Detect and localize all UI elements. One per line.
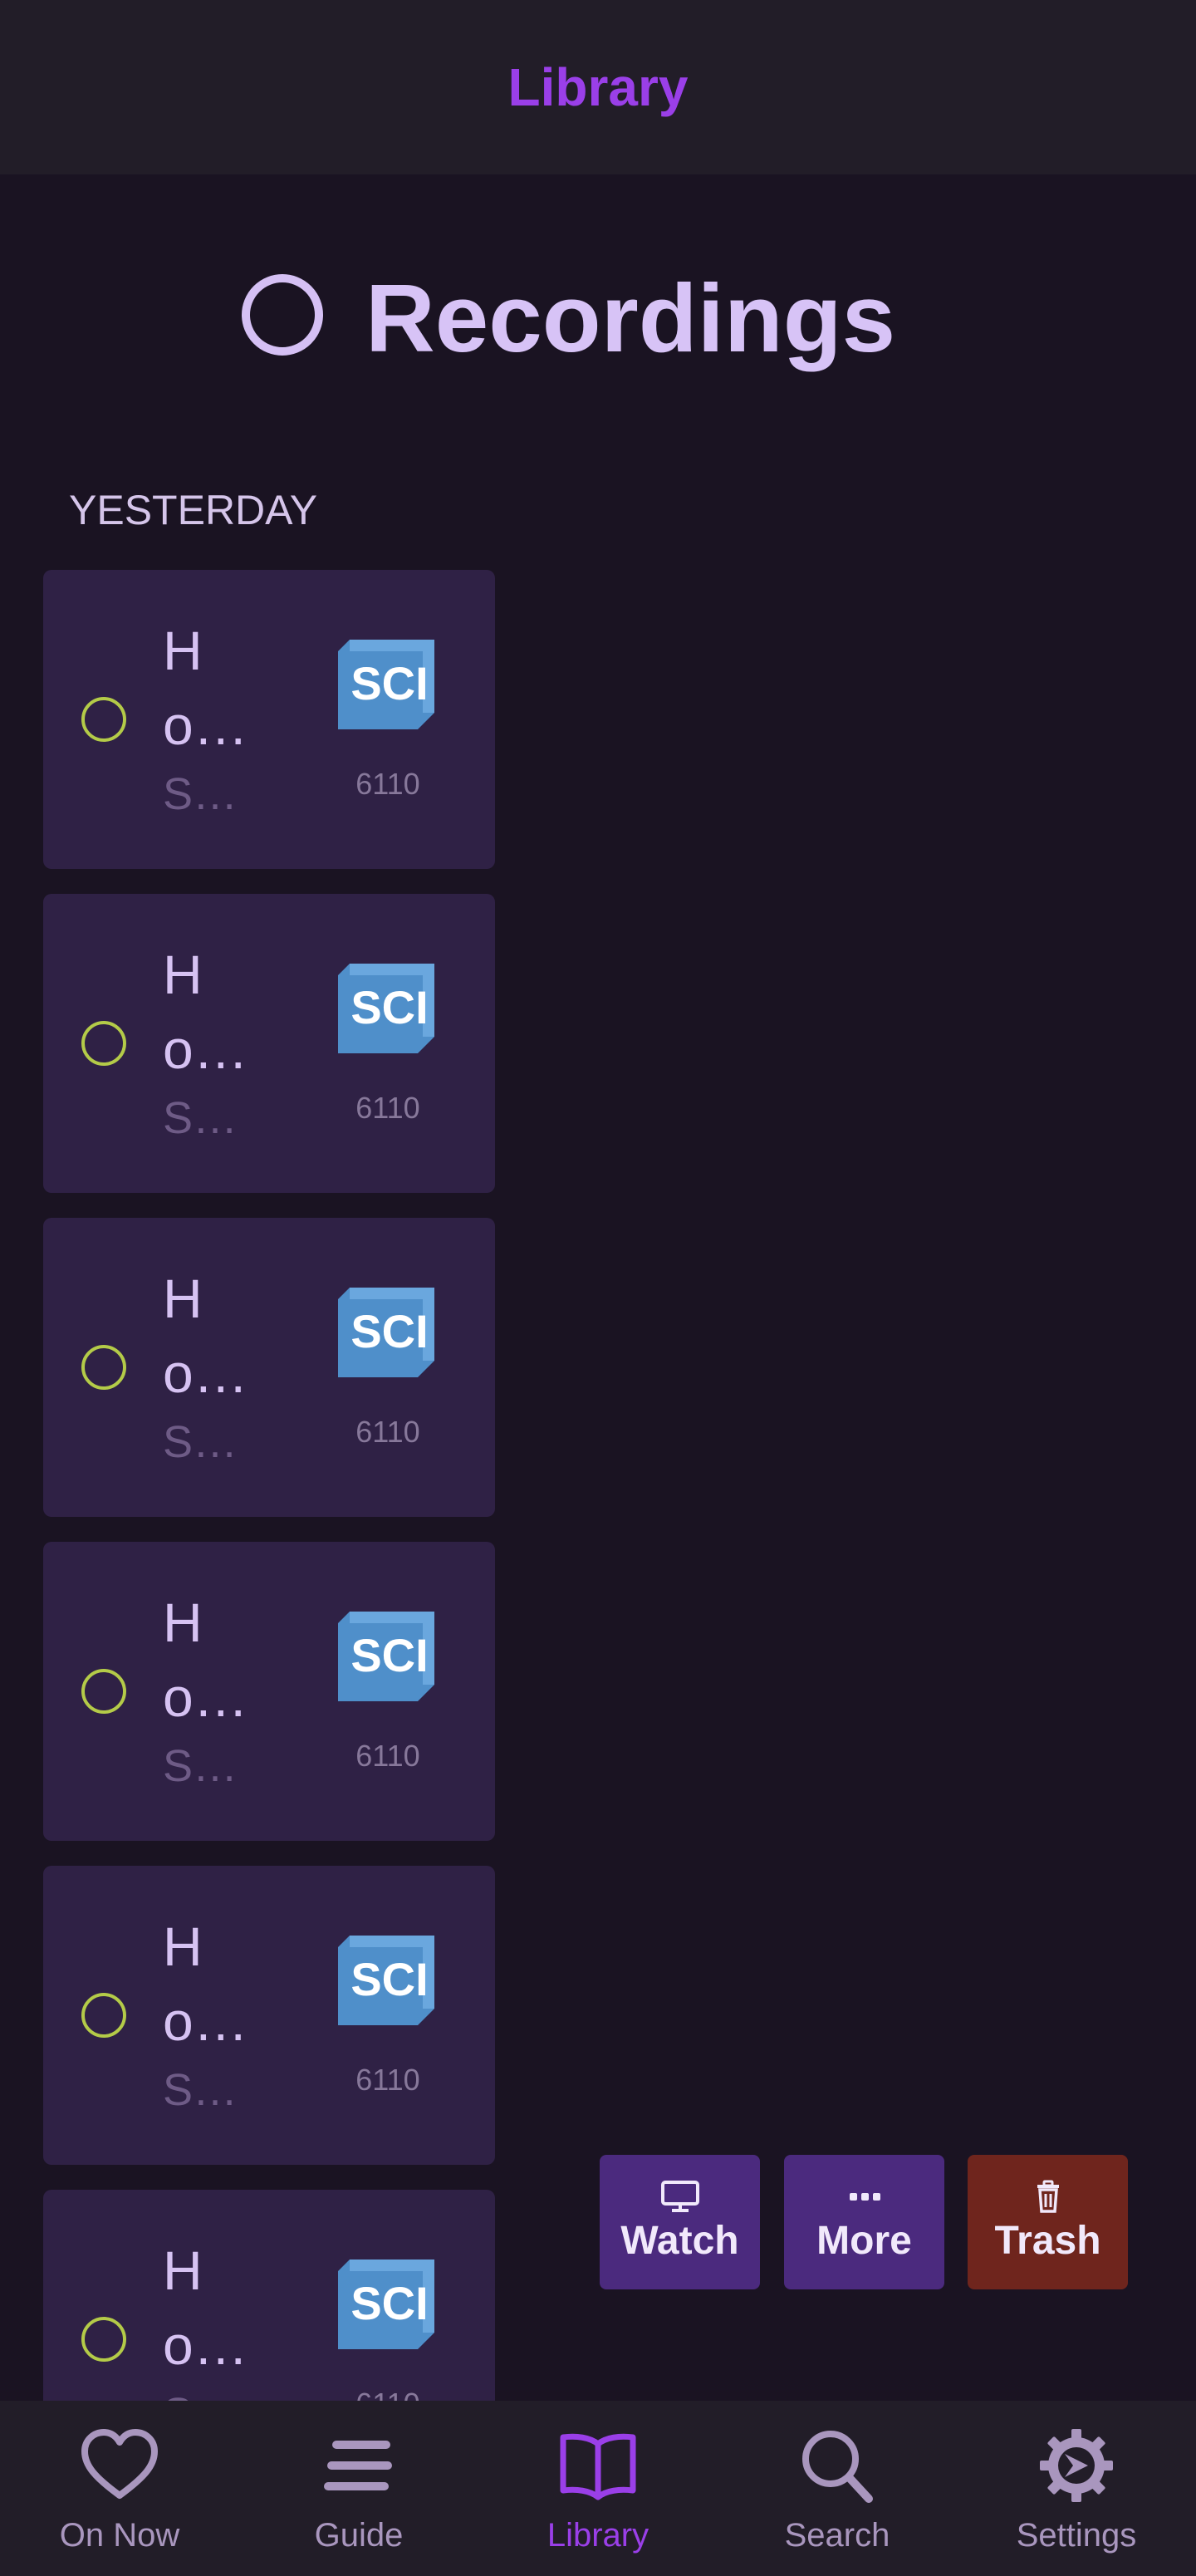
recording-card[interactable]: H o… S… SCI 6110	[43, 894, 495, 1193]
recording-subtitle: S…	[163, 1417, 238, 1467]
recordings-list[interactable]: H o… S… SCI 6110 H o… S… SCI 6110 H o… S…	[43, 570, 495, 2401]
nav-label: Search	[784, 2517, 890, 2554]
circle-icon	[242, 274, 323, 356]
recording-subtitle: S…	[163, 2065, 238, 2115]
book-icon	[560, 2433, 636, 2500]
status-ring-icon[interactable]	[81, 1021, 126, 1066]
recording-title: H o…	[163, 944, 248, 1080]
bottom-nav: On Now Guide Library Search Settings	[0, 2401, 1196, 2576]
trash-icon	[1037, 2180, 1059, 2213]
nav-label: Settings	[1016, 2517, 1137, 2554]
nav-item-guide[interactable]: Guide	[239, 2401, 478, 2576]
recording-subtitle: S…	[163, 1741, 238, 1791]
channel-logo-icon: SCI	[338, 1288, 434, 1377]
channel-logo-icon: SCI	[338, 640, 434, 729]
channel-logo-icon: SCI	[338, 1612, 434, 1701]
search-icon	[802, 2431, 873, 2503]
channel-number: 6110	[338, 2387, 438, 2402]
recording-title: H o…	[163, 2240, 248, 2376]
watch-label: Watch	[620, 2219, 739, 2263]
nav-item-search[interactable]: Search	[718, 2401, 957, 2576]
status-ring-icon[interactable]	[81, 697, 126, 742]
recording-title: H o…	[163, 1268, 248, 1404]
channel-logo-icon: SCI	[338, 964, 434, 1053]
status-ring-icon[interactable]	[81, 1669, 126, 1714]
recording-title: H o…	[163, 1916, 248, 2052]
page-header: Recordings	[0, 249, 1196, 390]
svg-text:SCI: SCI	[350, 981, 428, 1033]
menu-icon	[324, 2441, 392, 2490]
nav-item-library[interactable]: Library	[478, 2401, 718, 2576]
trash-label: Trash	[994, 2219, 1101, 2263]
recording-card[interactable]: H o… S… SCI 6110	[43, 1218, 495, 1517]
section-label: YESTERDAY	[69, 487, 318, 533]
more-label: More	[816, 2219, 912, 2263]
channel-logo-icon: SCI	[338, 1936, 434, 2025]
recording-title: H o…	[163, 1592, 248, 1728]
svg-text:SCI: SCI	[350, 1629, 428, 1681]
channel-logo-icon: SCI	[338, 2260, 434, 2349]
status-ring-icon[interactable]	[81, 2317, 126, 2362]
channel-number: 6110	[355, 2063, 420, 2097]
svg-text:SCI: SCI	[350, 1953, 428, 2005]
recording-card[interactable]: H o… S… SCI 6110	[43, 1866, 495, 2165]
channel-number: 6110	[355, 1415, 420, 1449]
monitor-icon	[660, 2181, 699, 2212]
svg-text:SCI: SCI	[350, 1305, 428, 1357]
status-ring-icon[interactable]	[81, 1345, 126, 1390]
nav-item-on-now[interactable]: On Now	[0, 2401, 239, 2576]
svg-text:SCI: SCI	[350, 2277, 428, 2329]
heart-icon	[81, 2429, 158, 2499]
nav-label: Library	[547, 2517, 649, 2554]
ellipsis-icon	[849, 2193, 880, 2201]
top-bar: Library	[0, 0, 1196, 174]
channel-number: 6110	[355, 1739, 420, 1773]
page-title: Recordings	[365, 264, 896, 372]
recording-card[interactable]: H o… S… SCI 6110	[43, 2190, 495, 2401]
recording-card[interactable]: H o… S… SCI 6110	[43, 570, 495, 869]
trash-button[interactable]: Trash	[968, 2155, 1128, 2289]
nav-label: On Now	[59, 2517, 180, 2554]
nav-item-settings[interactable]: Settings	[957, 2401, 1196, 2576]
recording-subtitle: S…	[163, 2389, 238, 2401]
watch-button[interactable]: Watch	[600, 2155, 760, 2289]
top-bar-title: Library	[507, 57, 689, 117]
channel-number: 6110	[355, 767, 420, 801]
gear-icon	[1040, 2429, 1113, 2502]
recording-title: H o…	[163, 620, 248, 756]
recording-subtitle: S…	[163, 769, 238, 819]
svg-text:SCI: SCI	[350, 657, 428, 709]
recording-subtitle: S…	[163, 1093, 238, 1143]
status-ring-icon[interactable]	[81, 1993, 126, 2038]
nav-label: Guide	[314, 2517, 404, 2554]
recording-card[interactable]: H o… S… SCI 6110	[43, 1542, 495, 1841]
channel-number: 6110	[355, 1091, 420, 1125]
more-button[interactable]: More	[784, 2155, 944, 2289]
